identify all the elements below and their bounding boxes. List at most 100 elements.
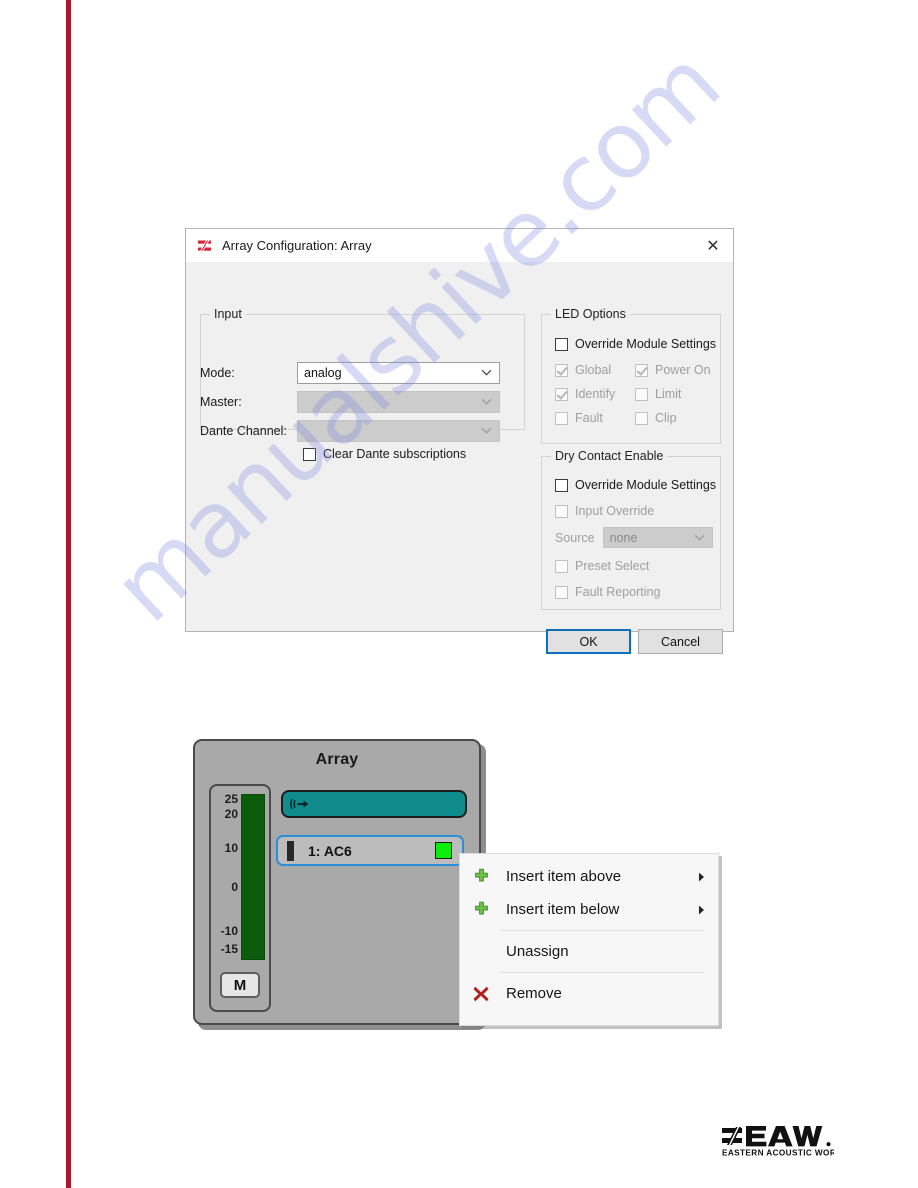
menu-item-remove[interactable]: Remove xyxy=(460,977,718,1010)
eaw-app-icon xyxy=(198,240,211,251)
chevron-down-icon xyxy=(481,427,492,434)
context-menu: Insert item above Insert item below Unas… xyxy=(459,853,719,1026)
led-options-grid: Global Power On Identify Limit Fault Cli… xyxy=(555,363,715,425)
led-option-label: Fault xyxy=(575,411,603,425)
led-options-group-title: LED Options xyxy=(551,307,630,321)
led-option-power-on: Power On xyxy=(635,363,715,377)
checkbox-box xyxy=(555,363,568,377)
chevron-down-icon xyxy=(694,534,705,541)
led-override-label: Override Module Settings xyxy=(575,337,717,351)
led-option-label: Power On xyxy=(655,363,711,377)
plus-green-icon xyxy=(468,868,494,885)
menu-item-insert-item-below[interactable]: Insert item below xyxy=(460,893,718,926)
mute-button[interactable]: M xyxy=(220,972,260,998)
led-override-module-settings-checkbox[interactable]: Override Module Settings xyxy=(555,337,716,351)
meter-tick: -10 xyxy=(220,924,238,938)
meter-tick: 20 xyxy=(224,807,238,821)
checkbox-box xyxy=(555,504,568,518)
meter-tick: 0 xyxy=(231,880,238,894)
cancel-button[interactable]: Cancel xyxy=(638,629,723,654)
menu-item-label: Insert item above xyxy=(506,868,622,885)
audio-input-icon xyxy=(290,798,309,810)
menu-item-insert-item-above[interactable]: Insert item above xyxy=(460,860,718,893)
array-panel: Array 25 20 10 0 -10 -15 M xyxy=(193,739,481,1025)
dry-source-row: Source none xyxy=(555,527,713,548)
meter-bar-fill xyxy=(242,795,264,959)
array-input-bar[interactable] xyxy=(281,790,467,818)
led-option-clip: Clip xyxy=(635,411,715,425)
dialog-body: Input Mode: analog Master: Dante Channel… xyxy=(186,262,733,654)
input-group-title: Input xyxy=(210,307,246,321)
ok-button[interactable]: OK xyxy=(546,629,631,654)
led-option-identify: Identify xyxy=(555,387,635,401)
master-label: Master: xyxy=(200,395,242,409)
checkbox-box xyxy=(635,411,648,425)
led-option-global: Global xyxy=(555,363,635,377)
dry-fault-reporting-checkbox: Fault Reporting xyxy=(555,585,660,599)
dry-override-label: Override Module Settings xyxy=(575,478,717,492)
plus-green-icon xyxy=(468,901,494,918)
led-option-label: Global xyxy=(575,363,612,377)
master-row: Master: xyxy=(200,391,500,413)
menu-separator xyxy=(500,930,704,931)
status-led xyxy=(435,842,452,859)
led-option-limit: Limit xyxy=(635,387,715,401)
checkbox-box xyxy=(635,387,648,401)
checkbox-box xyxy=(555,559,568,573)
checkbox-box xyxy=(555,585,568,599)
mode-value: analog xyxy=(304,366,342,380)
menu-item-label: Unassign xyxy=(506,943,569,960)
chevron-right-icon xyxy=(694,872,708,882)
dry-override-module-settings-checkbox[interactable]: Override Module Settings xyxy=(555,478,716,492)
dry-preset-select-checkbox: Preset Select xyxy=(555,559,649,573)
meter-tick: -15 xyxy=(220,942,238,956)
master-select xyxy=(297,391,500,413)
led-option-label: Clip xyxy=(655,411,677,425)
meter-bar-track xyxy=(241,794,265,960)
dry-source-value: none xyxy=(609,530,638,545)
dry-fault-reporting-label: Fault Reporting xyxy=(575,585,661,599)
meter-tick: 10 xyxy=(224,841,238,855)
chevron-down-icon xyxy=(481,398,492,405)
checkbox-box xyxy=(555,337,568,351)
led-option-label: Identify xyxy=(575,387,616,401)
dry-preset-select-label: Preset Select xyxy=(575,559,650,573)
array-configuration-dialog: Array Configuration: Array ✕ Input Mode:… xyxy=(185,228,734,654)
eaw-logo: EASTERN ACOUSTIC WORKS xyxy=(722,1122,834,1158)
eaw-tagline: EASTERN ACOUSTIC WORKS xyxy=(722,1148,834,1157)
dante-channel-select xyxy=(297,420,500,442)
mode-row: Mode: analog xyxy=(200,362,500,384)
dry-source-label: Source xyxy=(555,530,595,545)
cross-red-icon xyxy=(468,985,494,1003)
close-icon[interactable]: ✕ xyxy=(693,229,733,262)
dialog-title: Array Configuration: Array xyxy=(222,238,372,253)
chevron-down-icon xyxy=(481,369,492,376)
dry-contact-group-title: Dry Contact Enable xyxy=(551,449,668,463)
menu-separator xyxy=(500,972,704,973)
dante-channel-label: Dante Channel: xyxy=(200,424,287,438)
checkbox-box xyxy=(555,411,568,425)
led-option-fault: Fault xyxy=(555,411,635,425)
meter-tick: 25 xyxy=(224,792,238,806)
clear-dante-subscriptions-checkbox[interactable]: Clear Dante subscriptions xyxy=(303,447,466,461)
page-accent-bar xyxy=(66,0,71,1188)
drag-handle-icon[interactable] xyxy=(287,840,294,861)
menu-item-label: Insert item below xyxy=(506,901,620,918)
module-label: 1: AC6 xyxy=(308,842,352,859)
led-option-label: Limit xyxy=(655,387,682,401)
dry-source-select: none xyxy=(602,527,713,548)
mode-select[interactable]: analog xyxy=(297,362,500,384)
checkbox-box xyxy=(555,387,568,401)
checkbox-box xyxy=(303,447,316,461)
array-panel-title: Array xyxy=(315,751,359,768)
mode-label: Mode: xyxy=(200,366,235,380)
menu-item-unassign[interactable]: Unassign xyxy=(460,935,718,968)
dry-input-override-checkbox: Input Override xyxy=(555,504,654,518)
dialog-titlebar: Array Configuration: Array ✕ xyxy=(186,229,733,262)
dante-channel-row: Dante Channel: xyxy=(200,420,500,442)
array-module-row[interactable]: 1: AC6 xyxy=(276,835,464,866)
checkbox-box xyxy=(555,478,568,492)
menu-item-label: Remove xyxy=(506,985,562,1002)
dry-input-override-label: Input Override xyxy=(575,504,655,518)
meter-scale: 25 20 10 0 -10 -15 xyxy=(214,793,238,961)
